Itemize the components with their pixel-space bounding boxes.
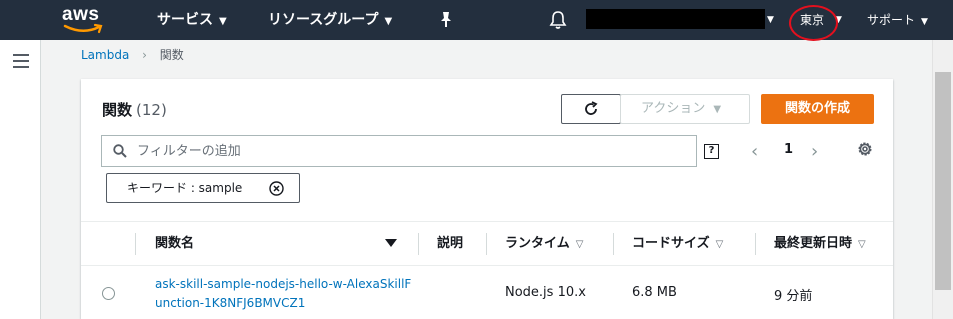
row-select-radio[interactable] (102, 287, 115, 300)
menu-icon[interactable] (13, 54, 29, 68)
actions-label: アクション (641, 101, 706, 116)
caret-down-icon: ▼ (713, 104, 722, 115)
column-divider (486, 233, 487, 255)
resource-groups-label: リソースグループ (268, 12, 379, 28)
create-function-button[interactable]: 関数の作成 (761, 94, 874, 124)
previous-page-button[interactable]: ‹ (751, 141, 758, 162)
services-label: サービス (157, 12, 213, 28)
services-menu[interactable]: サービス ▼ (157, 0, 227, 40)
gear-icon[interactable] (856, 140, 874, 158)
column-header-runtime[interactable]: ランタイム ▽ (505, 222, 583, 267)
aws-smile-icon (63, 23, 103, 34)
column-header-label: 関数名 (155, 236, 195, 251)
sort-icon: ▽ (858, 239, 866, 250)
support-menu[interactable]: サポート ▼ (867, 0, 928, 42)
side-navigation-rail (0, 40, 41, 319)
chevron-down-icon[interactable]: ▼ (767, 0, 774, 40)
filter-token-label: キーワード : sample (127, 181, 243, 195)
panel-title-text: 関数 (102, 101, 133, 119)
column-divider (418, 233, 419, 255)
column-header-label: コードサイズ (632, 236, 710, 251)
page-scrollbar[interactable] (932, 40, 953, 319)
column-header-function-name[interactable]: 関数名 (155, 222, 194, 267)
breadcrumb-separator: › (142, 48, 147, 62)
refresh-button[interactable] (561, 94, 621, 124)
filter-box[interactable]: ? (101, 135, 719, 167)
chevron-down-icon: ▼ (384, 16, 393, 27)
code-size-cell: 6.8 MB (632, 285, 677, 300)
region-highlight-annotation (789, 5, 838, 41)
sort-icon: ▽ (575, 239, 584, 250)
search-icon (113, 144, 127, 158)
breadcrumb-current: 関数 (159, 48, 184, 62)
chevron-down-icon: ▼ (921, 17, 928, 27)
runtime-cell: Node.js 10.x (505, 285, 586, 300)
scrollbar-thumb[interactable] (935, 72, 951, 290)
account-menu[interactable] (586, 9, 765, 29)
function-name-link[interactable]: ask-skill-sample-nodejs-hello-w-AlexaSki… (155, 275, 415, 313)
sort-icon: ▽ (715, 239, 724, 250)
sort-descending-icon[interactable] (385, 238, 397, 248)
support-label: サポート (867, 13, 916, 27)
functions-panel: 関数(12) アクション ▼ 関数の作成 ? ‹ 1 › キーワード : samp… (81, 79, 893, 319)
breadcrumb: Lambda › 関数 (81, 46, 184, 63)
top-nav: aws サービス ▼ リソースグループ ▼ ▼ 東京 ▼ サポート ▼ (0, 0, 953, 42)
refresh-icon (585, 101, 598, 115)
column-header-last-modified[interactable]: 最終更新日時 ▽ (774, 222, 866, 267)
actions-dropdown[interactable]: アクション ▼ (620, 94, 750, 124)
column-header-label: ランタイム (505, 236, 570, 251)
column-divider (135, 233, 136, 255)
last-modified-cell: 9 分前 (774, 289, 813, 304)
column-divider (613, 233, 614, 255)
chevron-down-icon: ▼ (219, 16, 227, 27)
bell-icon[interactable] (549, 10, 567, 30)
aws-logo[interactable]: aws (62, 4, 108, 36)
column-header-label: 説明 (437, 236, 464, 251)
column-header-code-size[interactable]: コードサイズ ▽ (632, 222, 723, 267)
help-icon[interactable]: ? (704, 144, 719, 159)
next-page-button[interactable]: › (811, 141, 818, 162)
column-divider (755, 233, 756, 255)
column-header-description[interactable]: 説明 (437, 222, 463, 267)
table-row[interactable]: ask-skill-sample-nodejs-hello-w-AlexaSki… (81, 267, 893, 319)
remove-filter-icon[interactable] (269, 181, 284, 196)
column-header-label: 最終更新日時 (774, 236, 853, 251)
function-count: (12) (136, 101, 167, 119)
table-header: 関数名 説明 ランタイム ▽ コードサイズ ▽ 最終更新日時 ▽ (81, 221, 893, 266)
pin-icon[interactable] (438, 11, 454, 29)
page-number[interactable]: 1 (784, 142, 793, 157)
resource-groups-menu[interactable]: リソースグループ ▼ (268, 0, 392, 40)
filter-input[interactable] (137, 140, 657, 162)
page-title: 関数 (12) (102, 99, 167, 120)
filter-token: キーワード : sample (106, 173, 300, 203)
breadcrumb-lambda-link[interactable]: Lambda (81, 48, 129, 62)
